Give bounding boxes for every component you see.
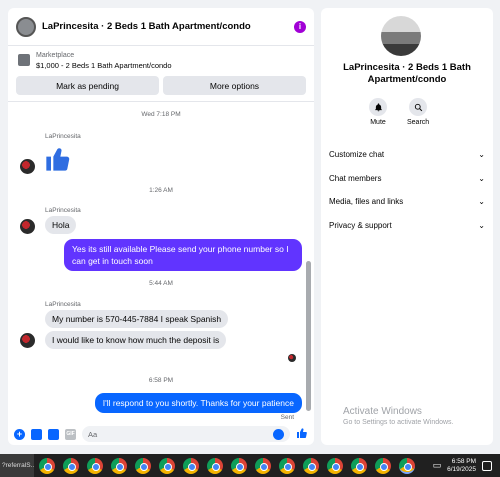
activate-title: Activate Windows [343, 406, 422, 417]
activate-windows-watermark: Activate Windows Go to Settings to activ… [343, 406, 454, 426]
chevron-down-icon: ⌄ [478, 173, 485, 183]
info-icon[interactable]: i [294, 20, 306, 33]
chat-info-actions: Mute Search [369, 98, 429, 126]
composer: + GIF Aa [8, 423, 314, 445]
sticker-icon[interactable] [48, 428, 59, 440]
marketplace-listing[interactable]: Marketplace $1,000 - 2 Beds 1 Bath Apart… [8, 46, 314, 70]
chrome-icon[interactable] [87, 457, 103, 474]
bell-icon [369, 98, 387, 116]
mark-pending-button[interactable]: Mark as pending [16, 76, 159, 95]
chrome-icon[interactable] [159, 457, 175, 474]
section-chat-members[interactable]: Chat members ⌄ [321, 167, 493, 191]
sender-name: LaPrincesita [45, 301, 81, 308]
sender-name: LaPrincesita [45, 133, 81, 140]
chrome-icon[interactable] [303, 457, 319, 474]
avatar[interactable] [20, 219, 35, 234]
search-icon [409, 98, 428, 116]
read-receipt-avatar [288, 354, 296, 362]
avatar[interactable] [20, 159, 35, 174]
taskbar-window-label[interactable]: ?referralS... [0, 454, 34, 477]
chrome-icon[interactable] [63, 457, 79, 474]
listing-photo[interactable] [381, 16, 421, 56]
chrome-icon[interactable] [399, 457, 415, 474]
clock[interactable]: 6:58 PM 6/19/2025 [447, 458, 476, 474]
avatar[interactable] [20, 333, 35, 348]
timestamp: 5:44 AM [149, 280, 173, 287]
section-media-files-links[interactable]: Media, files and links ⌄ [321, 190, 493, 214]
message-bubble-own[interactable]: I'll respond to you shortly. Thanks for … [94, 393, 302, 413]
chevron-down-icon: ⌄ [478, 197, 485, 207]
chat-header: LaPrincesita · 2 Beds 1 Bath Apartment/c… [8, 8, 314, 46]
network-icon[interactable]: ▭ [433, 460, 442, 471]
listing-actions: Mark as pending More options [8, 70, 314, 102]
chrome-icon[interactable] [135, 457, 151, 474]
sender-name: LaPrincesita [45, 207, 81, 214]
chat-info-sections: Customize chat ⌄ Chat members ⌄ Media, f… [321, 143, 493, 237]
listing-price: $1,000 - 2 Beds 1 Bath Apartment/condo [36, 61, 172, 70]
add-icon[interactable]: + [14, 428, 25, 440]
section-label: Privacy & support [329, 220, 392, 230]
system-tray: ▭ 6:58 PM 6/19/2025 [433, 458, 500, 474]
chrome-icon[interactable] [39, 457, 55, 474]
mute-label: Mute [370, 119, 386, 126]
search-button[interactable]: Search [407, 98, 429, 126]
clock-date: 6/19/2025 [447, 465, 476, 473]
chat-panel: LaPrincesita · 2 Beds 1 Bath Apartment/c… [8, 8, 314, 445]
chrome-icon[interactable] [207, 457, 223, 474]
chrome-icon[interactable] [375, 457, 391, 474]
section-privacy-support[interactable]: Privacy & support ⌄ [321, 214, 493, 238]
chrome-icon[interactable] [111, 457, 127, 474]
chrome-icon[interactable] [351, 457, 367, 474]
section-customize-chat[interactable]: Customize chat ⌄ [321, 143, 493, 167]
sent-status: Sent [280, 414, 294, 421]
timestamp: 6:58 PM [148, 377, 174, 384]
section-label: Media, files and links [329, 197, 404, 207]
marketplace-label: Marketplace [36, 52, 75, 59]
message-list[interactable]: Wed 7:18 PM LaPrincesita 1:26 AM LaPrinc… [8, 101, 314, 423]
thumbs-up-icon [44, 145, 72, 178]
clock-time: 6:58 PM [451, 457, 476, 465]
chat-info-panel: LaPrincesita · 2 Beds 1 Bath Apartment/c… [321, 8, 493, 445]
chrome-icon[interactable] [183, 457, 199, 474]
image-icon[interactable] [31, 428, 42, 440]
listing-icon [18, 54, 30, 66]
gif-icon[interactable]: GIF [65, 428, 76, 440]
chrome-icon[interactable] [327, 457, 343, 474]
taskbar: ?referralS... ▭ 6:58 PM 6/19/2025 [0, 454, 500, 477]
chevron-down-icon: ⌄ [478, 220, 485, 230]
listing-thumbnail[interactable] [16, 16, 36, 37]
emoji-icon[interactable] [273, 428, 284, 440]
scrollbar[interactable] [306, 261, 311, 411]
message-bubble[interactable]: My number is 570-445-7884 I speak Spanis… [45, 310, 229, 328]
chrome-icon[interactable] [279, 457, 295, 474]
timestamp: Wed 7:18 PM [141, 111, 181, 118]
chat-info-title: LaPrincesita · 2 Beds 1 Bath Apartment/c… [343, 62, 471, 85]
section-label: Chat members [329, 173, 382, 183]
notification-icon[interactable] [482, 460, 492, 471]
search-label: Search [407, 119, 430, 126]
like-icon[interactable] [296, 427, 308, 442]
chevron-down-icon: ⌄ [478, 150, 485, 160]
message-bubble[interactable]: Hola [45, 216, 77, 234]
more-options-button[interactable]: More options [163, 76, 306, 95]
chat-title[interactable]: LaPrincesita · 2 Beds 1 Bath Apartment/c… [42, 21, 294, 32]
section-label: Customize chat [329, 150, 385, 160]
activate-subtitle: Go to Settings to activate Windows. [343, 419, 454, 426]
mute-button[interactable]: Mute [369, 98, 387, 126]
chrome-icon[interactable] [255, 457, 271, 474]
chrome-icon[interactable] [231, 457, 247, 474]
message-input[interactable]: Aa [82, 426, 290, 442]
timestamp: 1:26 AM [149, 187, 173, 194]
message-placeholder: Aa [88, 429, 98, 439]
message-bubble[interactable]: I would like to know how much the deposi… [45, 331, 227, 349]
message-bubble-own[interactable]: Yes its still available Please send your… [64, 239, 302, 271]
taskbar-apps [34, 457, 415, 474]
